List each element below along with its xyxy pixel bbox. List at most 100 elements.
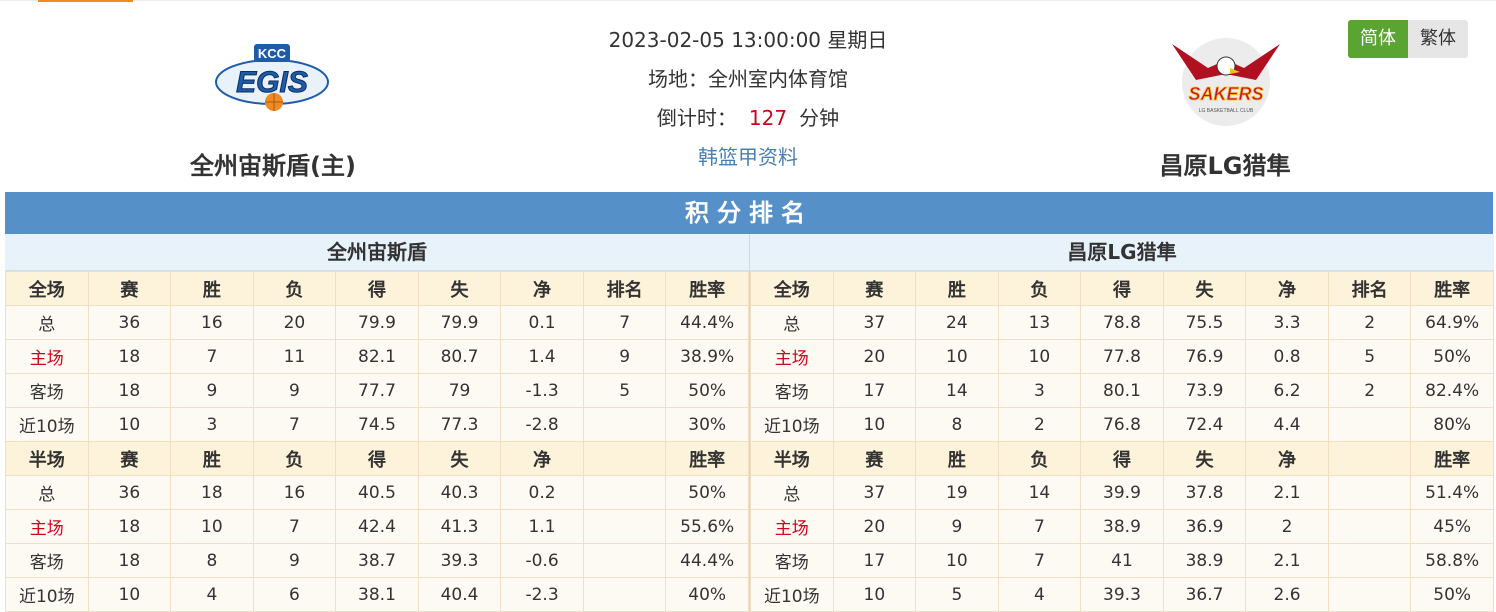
- stat-cell: 0.2: [500, 475, 584, 510]
- stat-cell: 5: [1327, 339, 1412, 374]
- table-header-row: 全场赛胜负得失净排名 胜率: [5, 271, 749, 306]
- column-header: 得: [335, 441, 419, 476]
- table-row: 客场 18 9 9 77.7 79 -1.3 5 50%: [5, 373, 749, 408]
- stat-cell: 38.7: [335, 543, 419, 578]
- stat-cell: 7: [997, 543, 1082, 578]
- stat-cell: 20: [832, 339, 917, 374]
- stat-cell: 20: [252, 305, 337, 340]
- stat-cell: 75.5: [1162, 305, 1247, 340]
- table-row: 总 37 24 13 78.8 75.5 3.3 2 64.9%: [750, 305, 1494, 340]
- stat-cell: 18: [170, 475, 254, 510]
- stat-cell: 37: [832, 475, 917, 510]
- stat-cell: 41.3: [417, 509, 502, 544]
- away-team-name[interactable]: 昌原LG猎隼: [1110, 146, 1340, 181]
- row-label: 近10场: [750, 577, 834, 612]
- row-label: 主场: [5, 339, 89, 374]
- venue-label: 场地：: [648, 67, 708, 91]
- stat-cell: 36.9: [1162, 509, 1247, 544]
- stat-cell: 7: [582, 305, 667, 340]
- stat-cell: 38.9: [1162, 543, 1247, 578]
- stat-cell: 39.9: [1080, 475, 1164, 510]
- away-logo-sub-text: LG BASKETBALL CLUB: [1199, 108, 1254, 114]
- stat-cell: 0.8: [1245, 339, 1329, 374]
- row-label: 近10场: [5, 407, 89, 442]
- row-label: 总: [5, 475, 89, 510]
- stat-cell: 10: [997, 339, 1082, 374]
- stat-cell: -2.8: [500, 407, 584, 442]
- stat-cell: 76.9: [1162, 339, 1247, 374]
- countdown-unit: 分钟: [799, 106, 840, 130]
- stat-cell: 45%: [1410, 509, 1494, 544]
- column-header: 失: [417, 441, 502, 476]
- stat-cell: 10: [87, 577, 172, 612]
- table-row: 总 36 18 16 40.5 40.3 0.2 50%: [5, 475, 749, 510]
- stat-cell: -1.3: [500, 373, 584, 408]
- stat-cell: 6.2: [1245, 373, 1329, 408]
- stat-cell: 78.8: [1080, 305, 1164, 340]
- stat-cell: 7: [170, 339, 254, 374]
- stat-cell: 18: [87, 373, 172, 408]
- stat-cell: [1327, 509, 1412, 544]
- column-header: 净: [500, 271, 584, 306]
- simplified-chinese-button[interactable]: 简体: [1348, 20, 1408, 58]
- standings-section: 积分排名 全州宙斯盾 全场赛胜负得失净排名 胜率总 36 16 20 79.9 79.9 0.…: [5, 192, 1494, 612]
- home-standings-panel: 全州宙斯盾 全场赛胜负得失净排名 胜率总 36 16 20 79.9 79.9 0.1 7 44.…: [5, 234, 749, 612]
- column-header: 得: [1080, 271, 1164, 306]
- stat-cell: [582, 577, 667, 612]
- stat-cell: [1327, 543, 1412, 578]
- column-header: 失: [417, 271, 502, 306]
- stat-cell: 58.8%: [1410, 543, 1494, 578]
- table-row: 主场 18 10 7 42.4 41.3 1.1 55.6%: [5, 509, 749, 544]
- column-header: 净: [1245, 271, 1329, 306]
- stat-cell: 2.1: [1245, 475, 1329, 510]
- stat-cell: 2.6: [1245, 577, 1329, 612]
- table-row: 总 37 19 14 39.9 37.8 2.1 51.4%: [750, 475, 1494, 510]
- column-header: 半场: [5, 441, 89, 476]
- stat-cell: 39.3: [417, 543, 502, 578]
- stat-cell: 39.3: [1080, 577, 1164, 612]
- match-datetime: 2023-02-05 13:00:00 星期日: [608, 28, 888, 52]
- stat-cell: 14: [915, 373, 999, 408]
- table-header-row: 半场赛胜负得失净 胜率: [750, 441, 1494, 476]
- stat-cell: 9: [915, 509, 999, 544]
- home-team-name[interactable]: 全州宙斯盾(主): [150, 146, 396, 181]
- stat-cell: 30%: [665, 407, 749, 442]
- stat-cell: 16: [170, 305, 254, 340]
- stat-cell: 3: [170, 407, 254, 442]
- stat-cell: 6: [252, 577, 337, 612]
- traditional-chinese-button[interactable]: 繁体: [1408, 20, 1468, 58]
- stat-cell: 5: [915, 577, 999, 612]
- stat-cell: 79.9: [335, 305, 419, 340]
- stat-cell: 19: [915, 475, 999, 510]
- stat-cell: 9: [582, 339, 667, 374]
- home-team-logo[interactable]: KCC EGIS: [212, 42, 332, 114]
- league-info-link[interactable]: 韩篮甲资料: [698, 145, 798, 169]
- stat-cell: 10: [832, 577, 917, 612]
- away-team-logo[interactable]: SAKERS LG BASKETBALL CLUB: [1168, 30, 1284, 130]
- stat-cell: 4.4: [1245, 407, 1329, 442]
- column-header: 失: [1162, 441, 1247, 476]
- stat-cell: 9: [252, 373, 337, 408]
- stat-cell: 77.7: [335, 373, 419, 408]
- stat-cell: 36.7: [1162, 577, 1247, 612]
- column-header: 净: [1245, 441, 1329, 476]
- venue-name: 全州室内体育馆: [708, 67, 848, 91]
- column-header: 全场: [750, 271, 834, 306]
- stat-cell: 51.4%: [1410, 475, 1494, 510]
- stat-cell: 3.3: [1245, 305, 1329, 340]
- row-label: 总: [5, 305, 89, 340]
- column-header: 失: [1162, 271, 1247, 306]
- stat-cell: 50%: [1410, 577, 1494, 612]
- stat-cell: 77.8: [1080, 339, 1164, 374]
- countdown-value: 127: [748, 106, 788, 130]
- stat-cell: 11: [252, 339, 337, 374]
- table-row: 客场 17 10 7 41 38.9 2.1 58.8%: [750, 543, 1494, 578]
- stat-cell: 7: [252, 509, 337, 544]
- column-header: 净: [500, 441, 584, 476]
- stat-cell: 2: [1245, 509, 1329, 544]
- stat-cell: 77.3: [417, 407, 502, 442]
- column-header: [582, 441, 667, 476]
- stat-cell: 80.1: [1080, 373, 1164, 408]
- stat-cell: 4: [170, 577, 254, 612]
- home-logo-top-text: KCC: [258, 46, 287, 61]
